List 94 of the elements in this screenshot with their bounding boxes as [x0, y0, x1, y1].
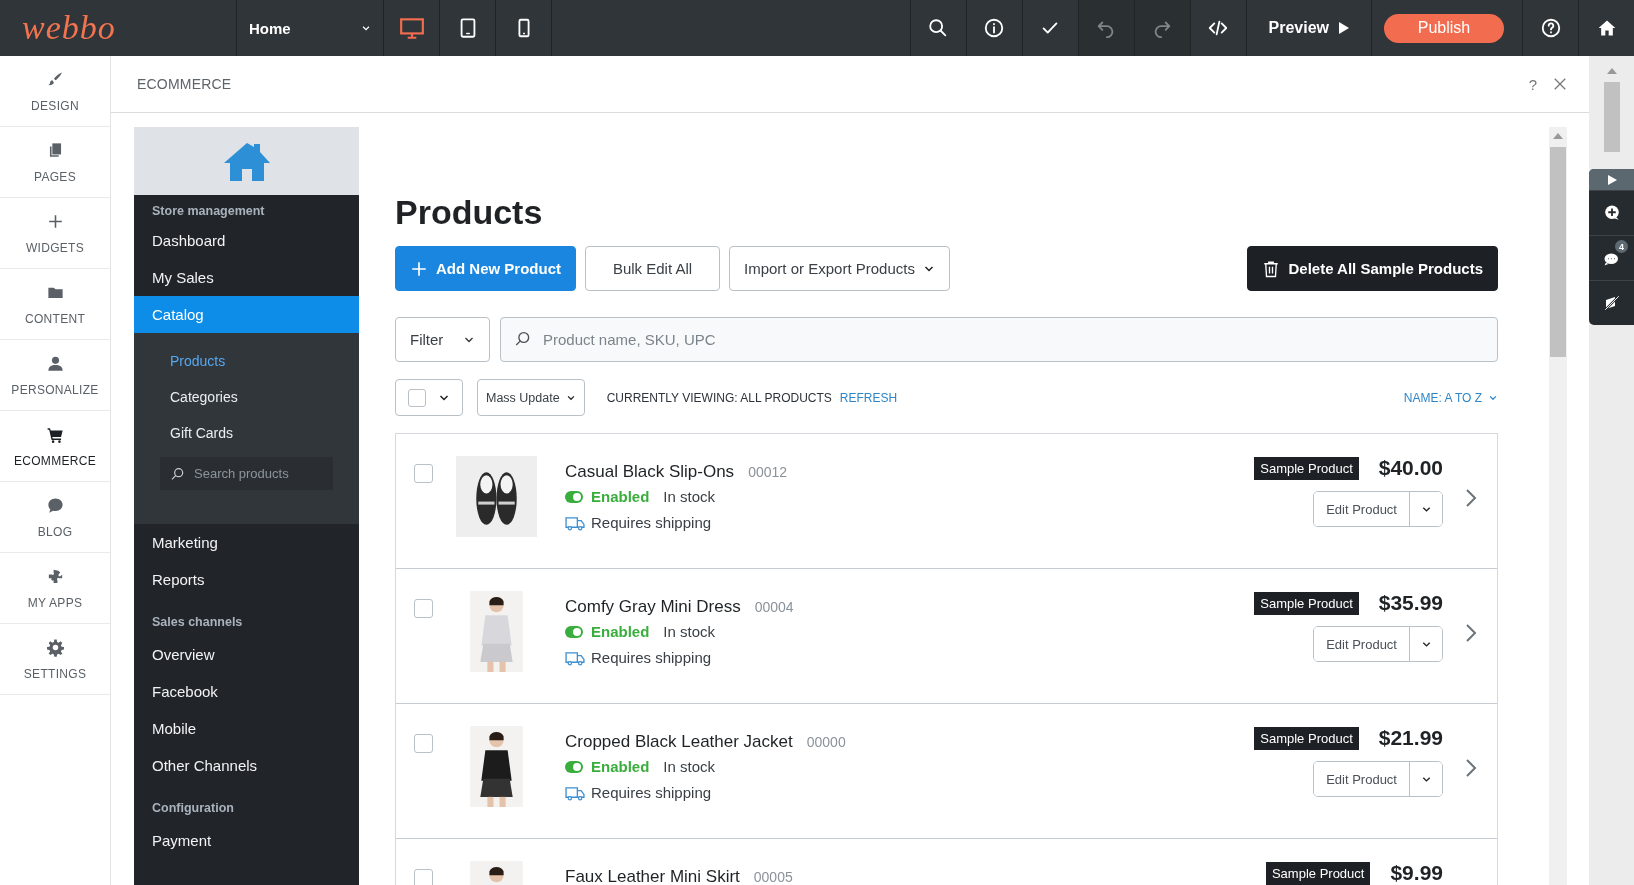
import-export-button[interactable]: Import or Export Products — [729, 246, 950, 291]
nav-item[interactable]: Dashboard — [134, 222, 359, 259]
nav-subitem[interactable]: Products — [134, 343, 359, 379]
mass-update-dropdown[interactable]: Mass Update — [477, 379, 585, 416]
stock-label: In stock — [663, 488, 716, 505]
refresh-link[interactable]: REFRESH — [839, 390, 898, 405]
product-sku: 00004 — [754, 599, 794, 615]
plus-bubble-icon — [1602, 204, 1621, 222]
nav-item[interactable]: Other Channels — [134, 747, 359, 784]
play-icon — [1606, 174, 1617, 185]
shipping-label: Requires shipping — [591, 514, 712, 531]
sample-badge: Sample Product — [1254, 591, 1359, 615]
sample-badge: Sample Product — [1254, 726, 1359, 750]
shipping-label: Requires shipping — [591, 649, 712, 666]
speech-bubble-icon — [45, 495, 65, 515]
edit-product-button[interactable]: Edit Product — [1314, 492, 1410, 526]
sort-dropdown[interactable]: NAME: A TO Z — [1403, 390, 1498, 405]
product-sku: 00012 — [748, 464, 788, 480]
logo: webbo — [21, 8, 117, 48]
product-name[interactable]: Comfy Gray Mini Dress — [565, 597, 741, 617]
section-heading: Store management — [151, 203, 266, 220]
caret-icon — [361, 23, 371, 33]
page-title: Products — [395, 193, 544, 232]
product-price: $40.00 — [1378, 456, 1443, 480]
product-price: $9.99 — [1390, 861, 1443, 885]
product-name[interactable]: Faux Leather Mini Skirt — [565, 867, 740, 885]
chevron-right-icon — [1465, 623, 1477, 643]
product-name[interactable]: Cropped Black Leather Jacket — [565, 732, 793, 752]
checkbox[interactable] — [414, 464, 433, 483]
product-sku: 00005 — [753, 869, 793, 885]
nav-subitem[interactable]: Gift Cards — [134, 415, 359, 451]
truck-icon — [565, 784, 585, 801]
truck-icon — [565, 649, 585, 666]
nav-item[interactable]: Payment — [134, 822, 359, 859]
bulk-edit-button[interactable]: Bulk Edit All — [585, 246, 720, 291]
checkbox[interactable] — [414, 734, 433, 753]
search-icon — [927, 17, 949, 39]
stock-label: In stock — [663, 623, 716, 640]
settings-icon — [45, 637, 65, 657]
plus-icon — [410, 259, 428, 278]
scrollbar[interactable]: 4 — [1589, 56, 1634, 885]
edit-product-button[interactable]: Edit Product — [1314, 762, 1410, 796]
shipping-label: Requires shipping — [591, 784, 712, 801]
checkbox[interactable] — [414, 869, 433, 885]
section-heading: Sales channels — [151, 614, 244, 631]
close-icon — [1553, 77, 1567, 91]
eye-slash-icon — [1602, 294, 1621, 312]
help-icon — [1539, 17, 1562, 39]
chevron-right-icon — [1465, 488, 1477, 508]
home-icon — [1596, 18, 1617, 38]
sample-badge: Sample Product — [1265, 861, 1371, 885]
nav-item[interactable]: Catalog — [134, 296, 359, 333]
status-label: Enabled — [591, 758, 650, 775]
add-product-button[interactable]: Add New Product — [395, 246, 576, 291]
section-heading: Configuration — [151, 800, 235, 817]
product-name[interactable]: Casual Black Slip-Ons — [565, 462, 735, 482]
panel-title: ECOMMERCE — [137, 76, 233, 92]
nav-item[interactable]: My Sales — [134, 259, 359, 296]
nav-item[interactable]: Reports — [134, 561, 359, 598]
status-label: Enabled — [591, 623, 650, 640]
viewing-label: CURRENTLY VIEWING: ALL PRODUCTS — [606, 390, 832, 405]
nav-item[interactable]: Overview — [134, 636, 359, 673]
checkbox[interactable] — [414, 599, 433, 618]
product-price: $35.99 — [1378, 591, 1443, 615]
help-link[interactable]: ? — [1528, 75, 1537, 93]
nav-item[interactable]: Facebook — [134, 673, 359, 710]
chevron-right-icon — [1465, 758, 1477, 778]
search-field[interactable]: Product name, SKU, UPC — [500, 317, 1498, 362]
stock-label: In stock — [663, 758, 716, 775]
search-field[interactable]: Search products — [160, 457, 333, 490]
scroll-up-icon — [1606, 68, 1617, 74]
filter-dropdown[interactable]: Filter — [395, 317, 490, 362]
scroll-thumb[interactable] — [1550, 147, 1566, 357]
scroll-thumb[interactable] — [1603, 82, 1620, 152]
delete-samples-button[interactable]: Delete All Sample Products — [1247, 246, 1498, 291]
status-label: Enabled — [591, 488, 650, 505]
comments-button[interactable]: 4 — [1589, 235, 1634, 280]
truck-icon — [565, 514, 585, 531]
nav-subitem[interactable]: Categories — [134, 379, 359, 415]
product-sku: 00000 — [806, 734, 846, 750]
search-icon — [514, 330, 532, 348]
close-button[interactable] — [1553, 77, 1567, 91]
scrollbar[interactable] — [1549, 127, 1567, 885]
play-icon — [1337, 21, 1349, 35]
search-icon — [170, 466, 186, 482]
edit-product-button[interactable]: Edit Product — [1314, 627, 1410, 661]
nav-item[interactable]: Mobile — [134, 710, 359, 747]
scroll-up-icon — [1553, 133, 1563, 139]
select-all-dropdown[interactable] — [395, 379, 463, 416]
product-price: $21.99 — [1378, 726, 1443, 750]
sample-badge: Sample Product — [1254, 456, 1359, 480]
info-icon — [983, 17, 1005, 39]
nav-item[interactable]: Marketing — [134, 524, 359, 561]
count-badge: 4 — [1615, 240, 1628, 253]
